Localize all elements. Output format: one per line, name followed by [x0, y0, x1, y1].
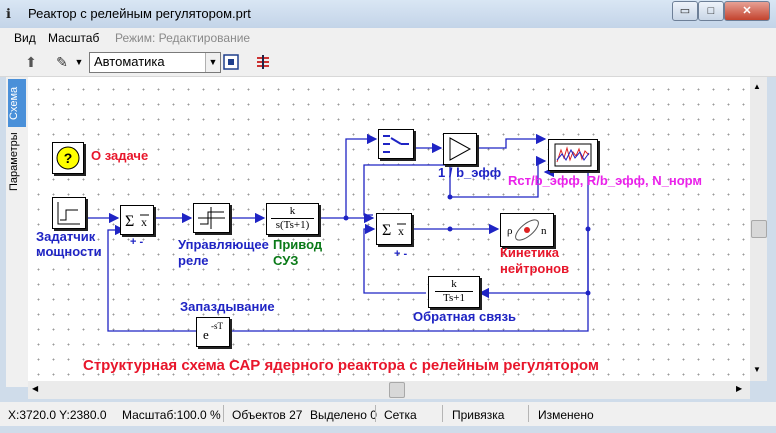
minimize-icon: ▭: [679, 5, 691, 17]
diagram-caption: Структурная схема САР ядерного реактора …: [83, 357, 599, 374]
setter-label-1: Задатчик: [36, 229, 96, 244]
minimize-button[interactable]: ▭: [672, 1, 698, 21]
status-coords: X:3720.0 Y:2380.0: [8, 408, 107, 422]
drive-block[interactable]: k s(Ts+1): [266, 203, 319, 235]
vertical-scroll-thumb[interactable]: [751, 220, 767, 238]
wire-gain-plot: [476, 133, 547, 149]
scroll-left-icon[interactable]: ◀: [32, 384, 38, 393]
svg-text:Σ: Σ: [125, 213, 134, 230]
status-objects: Объектов 27: [232, 408, 303, 422]
maximize-icon: □: [707, 5, 715, 17]
delay-label: Запаздывание: [180, 299, 275, 314]
scroll-down-icon[interactable]: ▼: [753, 365, 761, 374]
status-selected: Выделено 0: [310, 408, 377, 422]
delay-exponent: -sT: [211, 321, 223, 331]
status-divider: [223, 405, 224, 422]
switch-icon: [383, 135, 409, 153]
summator-1-block[interactable]: Σ x: [120, 205, 154, 235]
tab-scheme[interactable]: Схема: [8, 79, 26, 127]
mode-select-value: Автоматика: [94, 54, 165, 69]
gain-triangle-icon: [449, 137, 472, 161]
drive-numerator: k: [289, 205, 296, 217]
relay-label-1: Управляющее: [178, 237, 269, 252]
setter-label-2: мощности: [36, 244, 102, 259]
kinetics-block[interactable]: ρ n: [500, 213, 554, 247]
status-divider: [442, 405, 443, 422]
delay-base: e: [203, 327, 209, 342]
svg-text:ρ: ρ: [507, 225, 513, 237]
tool-dropdown-icon[interactable]: ▼: [73, 51, 85, 73]
menu-bar: Вид Масштаб Режим: Редактирование: [0, 28, 776, 48]
sum-icon: Σ x: [125, 213, 149, 230]
atom-icon: ρ n: [507, 219, 547, 241]
step-signal-icon: [57, 202, 80, 225]
svg-text:x: x: [141, 215, 147, 229]
feedback-numerator: k: [451, 278, 457, 290]
relay-block[interactable]: [193, 203, 230, 233]
sum2-signs: + -: [394, 248, 408, 260]
close-icon: ✕: [742, 5, 752, 17]
kinetics-label-2: нейтронов: [500, 261, 570, 276]
drive-label-1: Привод: [273, 237, 323, 252]
vertical-scrollbar[interactable]: ▲ ▼: [750, 77, 767, 381]
svg-text:n: n: [541, 225, 547, 237]
svg-text:?: ?: [64, 150, 73, 166]
feedback-denominator: Ts+1: [443, 292, 465, 304]
status-changed: Изменено: [538, 408, 594, 422]
power-setter-block[interactable]: [52, 197, 86, 229]
relay-icon: [198, 207, 225, 229]
maximize-button[interactable]: □: [698, 1, 724, 21]
build-tool-icon[interactable]: ✎: [52, 51, 72, 73]
close-button[interactable]: ✕: [724, 1, 770, 21]
run-model-icon[interactable]: [254, 51, 272, 73]
feedback-label: Обратная связь: [413, 309, 517, 324]
plot-block[interactable]: [548, 139, 598, 171]
tab-params[interactable]: Параметры: [8, 129, 26, 195]
scroll-right-icon[interactable]: ▶: [736, 384, 742, 393]
status-divider: [528, 405, 529, 422]
mode-select[interactable]: Автоматика ▼: [89, 52, 221, 73]
svg-text:x: x: [398, 224, 404, 238]
feedback-block[interactable]: k Ts+1: [428, 276, 480, 308]
status-divider: [375, 405, 376, 422]
menu-scale[interactable]: Масштаб: [48, 31, 99, 45]
status-grid: Сетка: [384, 408, 417, 422]
gain-block[interactable]: [443, 133, 477, 165]
wire-drive-switch: [318, 133, 378, 219]
arrow-up-icon[interactable]: ⬆: [22, 51, 40, 73]
app-logo-icon[interactable]: ℹ: [6, 6, 22, 22]
task-info-block[interactable]: ?: [52, 142, 84, 174]
toolbar: ⬆ ✎ ▼ Автоматика ▼: [0, 48, 776, 77]
sum-icon: Σ x: [382, 222, 406, 239]
question-icon: ?: [56, 146, 80, 170]
window-title: Реактор с релейным регулятором.prt: [28, 6, 251, 21]
plot-icon: [554, 143, 592, 167]
status-bar: X:3720.0 Y:2380.0 Масштаб:100.0 % Объект…: [0, 402, 776, 426]
menu-mode-status: Режим: Редактирование: [115, 31, 251, 45]
svg-text:Σ: Σ: [382, 222, 391, 239]
sum1-signs: + -: [130, 236, 144, 248]
relay-label-2: реле: [178, 253, 209, 268]
task-label: О задаче: [91, 148, 149, 163]
side-tabs: Схема Параметры: [6, 77, 28, 387]
chevron-down-icon[interactable]: ▼: [205, 53, 220, 72]
kinetics-label-1: Кинетика: [500, 245, 559, 260]
horizontal-scrollbar[interactable]: ◀ ▶: [28, 381, 750, 399]
grid-toggle-icon[interactable]: [222, 51, 240, 73]
diagram-canvas[interactable]: ? О задаче Задатчик мощности Σ x + - Упр…: [28, 77, 750, 381]
status-scale: Масштаб:100.0 %: [122, 408, 221, 422]
drive-denominator: s(Ts+1): [275, 219, 310, 231]
summator-2-block[interactable]: Σ x: [376, 213, 412, 245]
switch-block[interactable]: [378, 129, 414, 159]
scroll-up-icon[interactable]: ▲: [753, 82, 761, 91]
wire-sum2-feed: [363, 195, 373, 216]
title-bar: ℹ Реактор с релейным регулятором.prt ▭ □…: [0, 0, 776, 28]
horizontal-scroll-thumb[interactable]: [389, 382, 405, 398]
plot-label: Rст/b_эфф, R/b_эфф, N_норм: [508, 173, 703, 188]
status-snap: Привязка: [452, 408, 505, 422]
drive-label-2: СУЗ: [273, 253, 299, 268]
delay-block[interactable]: e -sT: [196, 317, 230, 347]
menu-view[interactable]: Вид: [14, 31, 36, 45]
gain-label: 1 / b_эфф: [438, 165, 502, 180]
